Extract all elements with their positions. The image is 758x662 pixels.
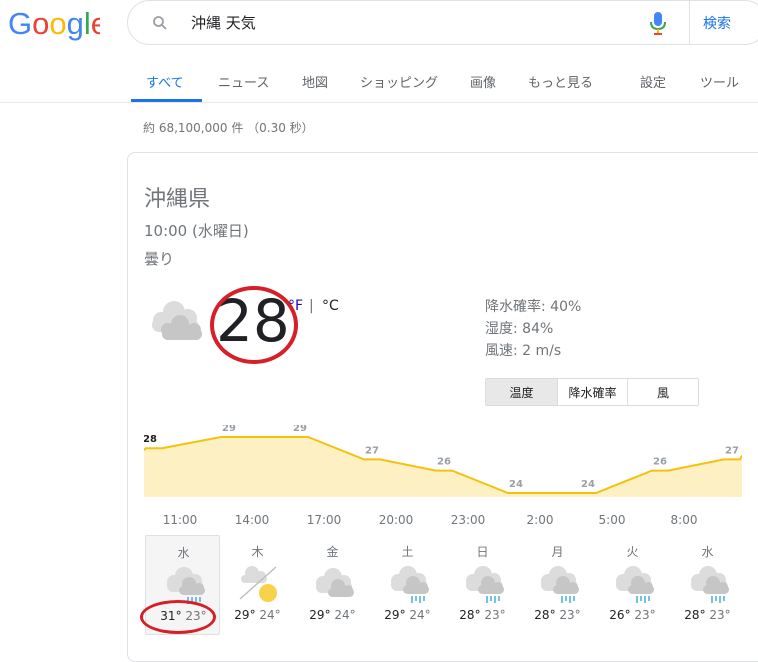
day-temps: 29° 24° xyxy=(220,608,295,622)
chart-data-label: 29 xyxy=(222,425,236,434)
unit-separator: | xyxy=(309,298,314,314)
day-low: 23° xyxy=(559,608,581,622)
day-forecast[interactable]: 日 28° 23° xyxy=(445,535,520,635)
day-forecast[interactable]: 火 26° 23° xyxy=(595,535,670,635)
tab-all[interactable]: すべて xyxy=(146,72,184,91)
day-name: 水 xyxy=(701,545,714,559)
search-input[interactable]: 沖縄 天気 xyxy=(191,12,256,33)
unit-fahrenheit[interactable]: °F xyxy=(288,298,303,314)
day-name: 火 xyxy=(626,545,639,559)
day-high: 28° xyxy=(534,608,556,622)
cloud-rain-icon xyxy=(461,563,507,605)
cloud-icon xyxy=(311,563,357,605)
google-logo[interactable]: Google xyxy=(8,6,108,42)
day-low: 24° xyxy=(409,608,431,622)
tabs-divider xyxy=(0,102,758,103)
humidity: 湿度: 84% xyxy=(485,321,554,337)
cloud-rain-icon xyxy=(686,563,732,605)
tab-settings[interactable]: 設定 xyxy=(640,72,666,91)
hour-label: 8:00 xyxy=(670,513,698,527)
day-temps: 28° 23° xyxy=(445,608,520,622)
temperature-chart: 28 29 29 27 26 24 24 26 27 xyxy=(144,425,742,497)
microphone-icon[interactable] xyxy=(650,10,666,36)
day-high: 28° xyxy=(459,608,481,622)
tab-shopping[interactable]: ショッピング xyxy=(360,72,438,91)
chart-data-label: 28 xyxy=(144,434,157,445)
chart-data-label: 27 xyxy=(365,445,379,456)
day-temps: 28° 23° xyxy=(520,608,595,622)
svg-text:Google: Google xyxy=(8,6,100,41)
tab-news[interactable]: ニュース xyxy=(218,72,269,91)
day-name: 土 xyxy=(401,545,414,559)
day-high: 29° xyxy=(309,608,331,622)
day-name: 金 xyxy=(326,545,339,559)
day-temps: 29° 24° xyxy=(370,608,445,622)
day-low: 23° xyxy=(709,608,731,622)
day-high: 29° xyxy=(234,608,256,622)
tab-maps[interactable]: 地図 xyxy=(302,72,328,91)
day-name: 日 xyxy=(476,545,489,559)
chart-data-label: 26 xyxy=(653,457,667,468)
search-divider xyxy=(689,1,690,45)
highlight-circle xyxy=(140,600,216,634)
unit-celsius[interactable]: °C xyxy=(322,298,339,314)
day-low: 23° xyxy=(634,608,656,622)
day-name: 水 xyxy=(177,546,190,560)
day-low: 24° xyxy=(259,608,281,622)
hour-label: 11:00 xyxy=(162,513,198,527)
segment-wind[interactable]: 風 xyxy=(627,378,699,406)
cloud-rain-icon xyxy=(611,563,657,605)
wind-speed: 風速: 2 m/s xyxy=(485,343,562,359)
chart-data-label: 24 xyxy=(581,479,595,490)
cloud-sun-icon xyxy=(236,563,282,605)
segment-temperature[interactable]: 温度 xyxy=(485,378,558,406)
tab-images[interactable]: 画像 xyxy=(470,72,496,91)
hour-label: 2:00 xyxy=(526,513,554,527)
tab-tools[interactable]: ツール xyxy=(700,72,739,91)
result-stats: 約 68,100,000 件 （0.30 秒） xyxy=(143,121,314,135)
day-forecast[interactable]: 水 28° 23° xyxy=(670,535,745,635)
day-temps: 26° 23° xyxy=(595,608,670,622)
chart-data-label: 27 xyxy=(725,445,739,456)
day-temps: 29° 24° xyxy=(295,608,370,622)
day-forecast[interactable]: 土 29° 24° xyxy=(370,535,445,635)
cloud-icon xyxy=(144,298,206,344)
search-button[interactable]: 検索 xyxy=(703,13,731,33)
day-forecast[interactable]: 金 29° 24° xyxy=(295,535,370,635)
chart-data-label: 26 xyxy=(437,457,451,468)
day-forecast[interactable]: 月 28° 23° xyxy=(520,535,595,635)
hour-label: 17:00 xyxy=(306,513,342,527)
weather-datetime: 10:00 (水曜日) xyxy=(144,222,249,240)
precipitation-probability: 降水確率: 40% xyxy=(485,299,582,315)
weather-location: 沖縄県 xyxy=(144,187,211,212)
hour-label: 14:00 xyxy=(234,513,270,527)
tab-more[interactable]: もっと見る xyxy=(528,72,593,91)
chart-data-label: 24 xyxy=(509,479,523,490)
day-name: 月 xyxy=(551,545,564,559)
chart-data-label: 29 xyxy=(293,425,307,434)
day-high: 26° xyxy=(609,608,631,622)
day-forecast[interactable]: 木 29° 24° xyxy=(220,535,295,635)
day-low: 24° xyxy=(334,608,356,622)
day-high: 28° xyxy=(684,608,706,622)
search-icon[interactable] xyxy=(152,15,168,31)
cloud-rain-icon xyxy=(386,563,432,605)
hour-label: 23:00 xyxy=(450,513,486,527)
day-temps: 28° 23° xyxy=(670,608,745,622)
highlight-circle xyxy=(210,286,298,364)
cloud-rain-icon xyxy=(536,563,582,605)
hour-label: 20:00 xyxy=(378,513,414,527)
segment-precipitation[interactable]: 降水確率 xyxy=(557,378,628,406)
day-high: 29° xyxy=(384,608,406,622)
day-low: 23° xyxy=(484,608,506,622)
weather-condition: 曇り xyxy=(144,250,175,268)
day-name: 木 xyxy=(251,545,264,559)
hour-label: 5:00 xyxy=(598,513,626,527)
